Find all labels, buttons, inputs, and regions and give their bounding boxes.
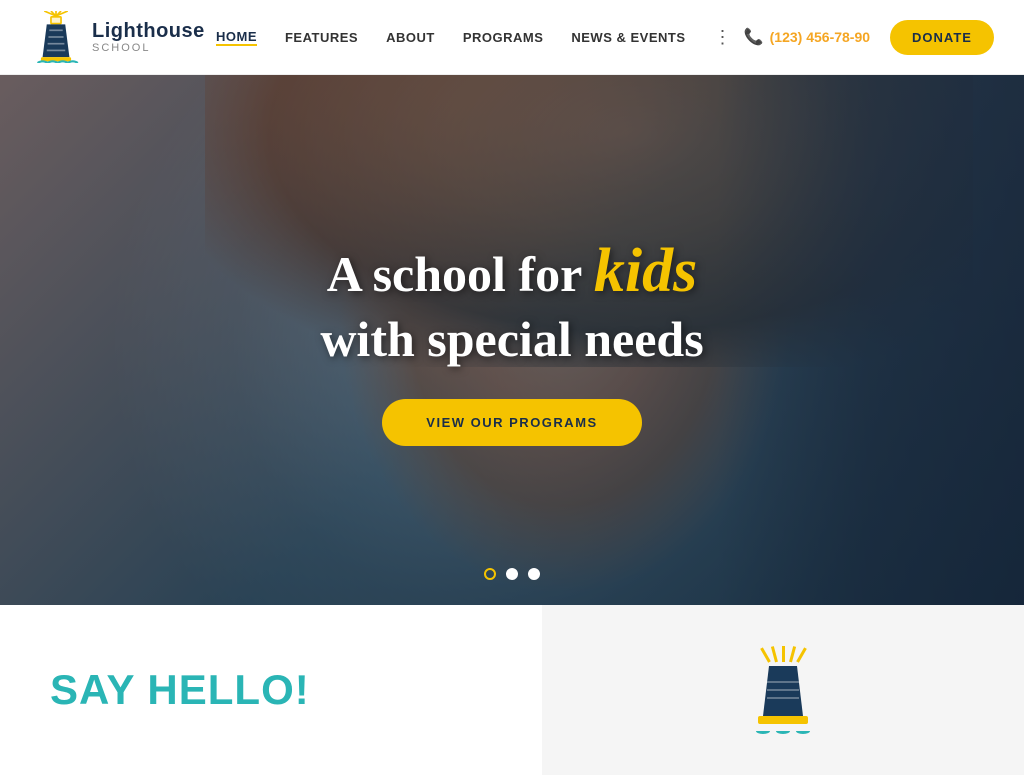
hero-dot-2[interactable] bbox=[506, 568, 518, 580]
phone-area[interactable]: 📞 (123) 456-78-90 bbox=[744, 27, 870, 47]
ray-1 bbox=[760, 647, 771, 662]
logo-text: Lighthouse SCHOOL bbox=[92, 20, 205, 54]
lighthouse-tower bbox=[763, 666, 803, 716]
main-nav: HOME FEATURES ABOUT PROGRAMS NEWS & EVEN… bbox=[216, 27, 733, 48]
hero-line2: with special needs bbox=[320, 309, 703, 369]
hero-line1: A school for kids bbox=[320, 234, 703, 308]
nav-item-about[interactable]: ABOUT bbox=[386, 30, 435, 45]
ray-3 bbox=[782, 646, 785, 662]
hero-content: A school for kids with special needs VIE… bbox=[0, 75, 1024, 605]
header: Lighthouse SCHOOL HOME FEATURES ABOUT PR… bbox=[0, 0, 1024, 75]
lighthouse-waves bbox=[756, 728, 810, 734]
nav-item-home[interactable]: HOME bbox=[216, 29, 257, 46]
wave-1 bbox=[756, 728, 770, 734]
bottom-section: SAY HELLO! bbox=[0, 605, 1024, 775]
hero-dot-3[interactable] bbox=[528, 568, 540, 580]
say-hello-text: SAY HELLO! bbox=[50, 666, 310, 714]
hero-carousel-dots bbox=[484, 568, 540, 580]
bottom-left: SAY HELLO! bbox=[0, 605, 542, 775]
hero-text-a-school-for: A school for bbox=[327, 246, 582, 302]
logo-main-text: Lighthouse bbox=[92, 20, 205, 42]
header-right: 📞 (123) 456-78-90 DONATE bbox=[744, 20, 994, 55]
hero-dot-1[interactable] bbox=[484, 568, 496, 580]
nav-item-programs[interactable]: PROGRAMS bbox=[463, 30, 544, 45]
lighthouse-rays bbox=[768, 646, 799, 662]
logo[interactable]: Lighthouse SCHOOL bbox=[30, 11, 205, 63]
ray-5 bbox=[796, 647, 807, 662]
bottom-right bbox=[542, 605, 1024, 775]
phone-icon: 📞 bbox=[744, 27, 764, 47]
hero-cta-button[interactable]: VIEW OUR PROGRAMS bbox=[382, 399, 641, 446]
hero-kids-word: kids bbox=[594, 237, 697, 305]
wave-2 bbox=[776, 728, 790, 734]
more-nav-icon[interactable]: ⋮ bbox=[714, 27, 733, 48]
nav-item-news-events[interactable]: NEWS & EVENTS bbox=[571, 30, 685, 45]
hero-section: A school for kids with special needs VIE… bbox=[0, 75, 1024, 605]
lighthouse-base bbox=[758, 716, 808, 724]
lighthouse-bottom-icon bbox=[756, 646, 810, 734]
nav-item-features[interactable]: FEATURES bbox=[285, 30, 358, 45]
ray-2 bbox=[770, 646, 777, 662]
hero-headline: A school for kids with special needs bbox=[320, 234, 703, 368]
phone-number: (123) 456-78-90 bbox=[770, 29, 870, 45]
logo-sub-text: SCHOOL bbox=[92, 42, 205, 54]
ray-4 bbox=[789, 646, 796, 662]
wave-3 bbox=[796, 728, 810, 734]
donate-button[interactable]: DONATE bbox=[890, 20, 994, 55]
lighthouse-logo-icon bbox=[30, 11, 82, 63]
